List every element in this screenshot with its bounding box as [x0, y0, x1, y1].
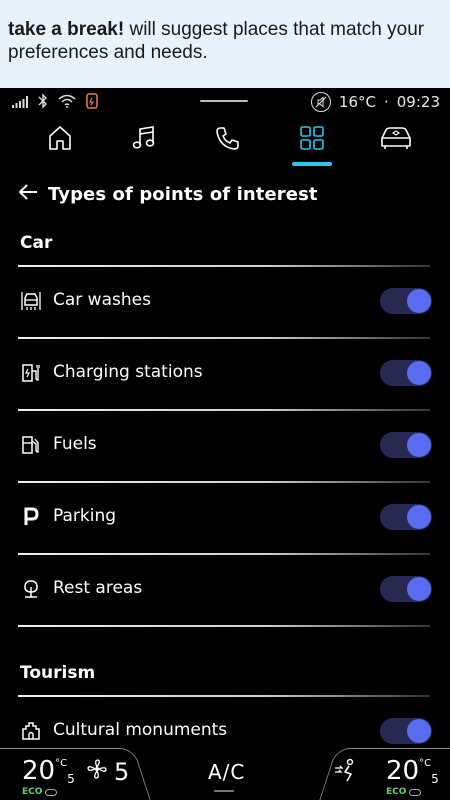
- car-wash-icon: [20, 290, 42, 312]
- toggle-parking[interactable]: [380, 504, 432, 530]
- list-item-parking[interactable]: Parking: [0, 482, 450, 554]
- eco-icon: [45, 788, 58, 796]
- main-navigation: [0, 116, 450, 172]
- list-item-label: Cultural monuments: [53, 720, 228, 740]
- tree-icon: [20, 578, 42, 600]
- bluetooth-icon: [38, 93, 48, 113]
- passenger-temperature[interactable]: 20°C 5: [386, 756, 439, 786]
- passenger-temp-decimal: 5: [431, 772, 439, 786]
- list-item-label: Fuels: [53, 434, 97, 454]
- passenger-temp-unit: °C: [419, 758, 432, 769]
- list-item-rest-areas[interactable]: Rest areas: [0, 554, 450, 626]
- ac-indicator: [214, 790, 234, 792]
- fan-icon: [86, 758, 108, 786]
- passenger-temp-value: 20: [386, 756, 420, 786]
- section-title-car: Car: [20, 233, 53, 253]
- outside-temperature: 16°C: [338, 93, 376, 111]
- mute-icon[interactable]: [310, 92, 331, 112]
- eco-label: ECO: [22, 787, 43, 797]
- status-bar: 16°C · 09:23: [0, 88, 450, 116]
- eco-label: ECO: [386, 787, 407, 797]
- driver-temp-value: 20: [22, 756, 56, 786]
- clock: 09:23: [396, 93, 440, 111]
- nav-phone[interactable]: [206, 120, 250, 160]
- page-title: Types of points of interest: [48, 183, 318, 205]
- list-item-label: Car washes: [53, 290, 151, 310]
- section-divider: [18, 625, 430, 627]
- list-item-charging-stations[interactable]: Charging stations: [0, 338, 450, 410]
- signal-icon: [12, 94, 28, 112]
- nav-home[interactable]: [38, 120, 82, 160]
- toggle-knob: [407, 577, 431, 601]
- description-banner: take a break! will suggest places that m…: [0, 0, 450, 88]
- eco-icon: [409, 788, 422, 796]
- list-item-label: Rest areas: [53, 578, 143, 598]
- nav-apps[interactable]: [290, 120, 334, 166]
- climate-bar: 20°C5 ECO 5 A/C 20°C5 ECO: [0, 744, 450, 800]
- home-icon: [46, 124, 74, 156]
- toggle-rest-areas[interactable]: [380, 576, 432, 602]
- toggle-knob: [407, 719, 431, 743]
- list-item-car-washes[interactable]: Car washes: [0, 266, 450, 338]
- driver-temperature[interactable]: 20°C 5: [22, 756, 75, 786]
- driver-eco-badge: ECO: [22, 787, 58, 797]
- fan-speed: 5: [114, 758, 130, 786]
- nav-vehicle[interactable]: [374, 120, 418, 160]
- driver-temp-unit: °C: [55, 758, 68, 769]
- fuel-pump-icon: [20, 434, 42, 456]
- toggle-fuels[interactable]: [380, 432, 432, 458]
- list-item-label: Charging stations: [53, 362, 203, 382]
- status-separator: ·: [383, 93, 389, 111]
- phone-icon: [214, 124, 242, 156]
- driver-temp-decimal: 5: [67, 772, 75, 786]
- charging-station-icon: [20, 362, 42, 384]
- toggle-charging-stations[interactable]: [380, 360, 432, 386]
- nav-music[interactable]: [122, 120, 166, 160]
- toggle-knob: [407, 505, 431, 529]
- section-title-tourism: Tourism: [20, 663, 96, 683]
- seat-airflow-icon[interactable]: [333, 758, 359, 788]
- list-item-fuels[interactable]: Fuels: [0, 410, 450, 482]
- music-icon: [130, 124, 158, 156]
- parking-icon: [20, 506, 42, 528]
- list-item-label: Parking: [53, 506, 117, 526]
- toggle-car-washes[interactable]: [380, 288, 432, 314]
- phone-battery-icon: [86, 93, 98, 113]
- back-arrow-icon[interactable]: [18, 183, 38, 205]
- passenger-eco-badge: ECO: [386, 787, 422, 797]
- toggle-knob: [407, 433, 431, 457]
- page-header: Types of points of interest: [18, 183, 318, 205]
- banner-bold-text: take a break!: [8, 19, 125, 40]
- drag-handle[interactable]: [200, 100, 248, 102]
- toggle-knob: [407, 289, 431, 313]
- wifi-icon: [58, 94, 76, 112]
- toggle-cultural-monuments[interactable]: [380, 718, 432, 744]
- monument-icon: [20, 720, 42, 742]
- apps-icon: [298, 124, 326, 156]
- toggle-knob: [407, 361, 431, 385]
- car-screen: 16°C · 09:23 Types of points of interest…: [0, 88, 450, 800]
- fan-control[interactable]: 5: [86, 758, 129, 786]
- ac-button[interactable]: A/C: [208, 760, 245, 784]
- car-icon: [379, 125, 413, 155]
